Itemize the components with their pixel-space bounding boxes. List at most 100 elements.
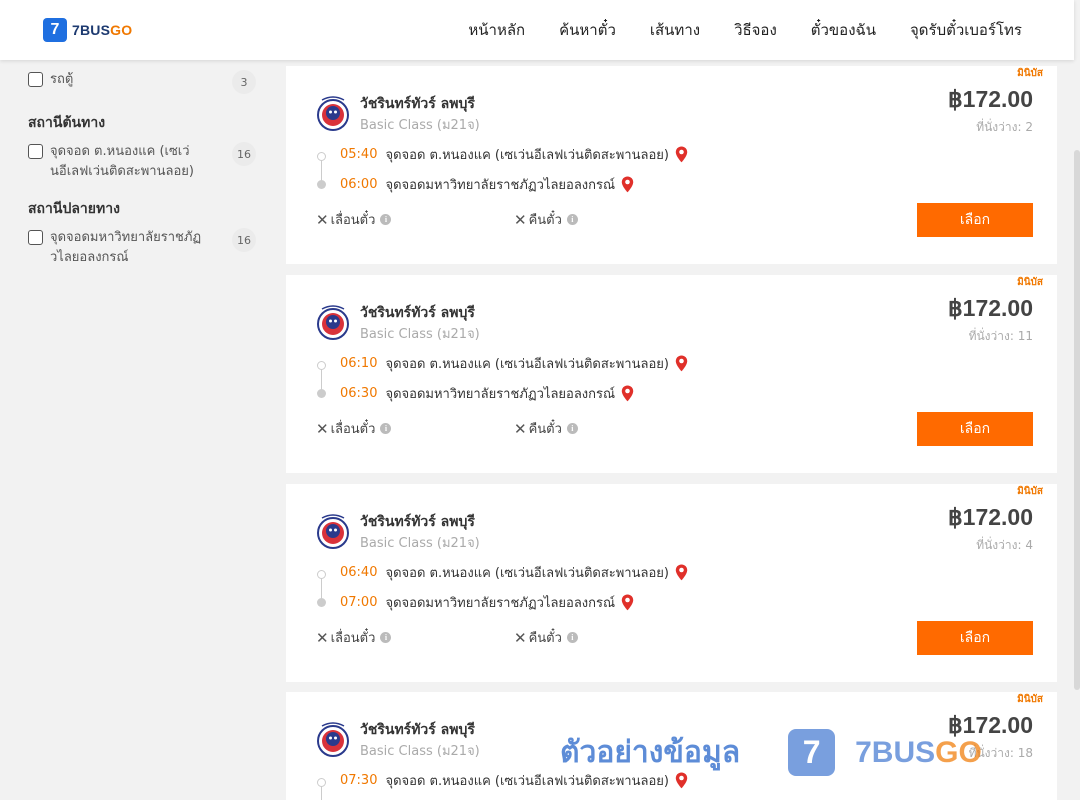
vehicle-type-badge: มินิบัส — [1017, 486, 1043, 497]
refund-ticket-policy: ✕ คืนตั๋ว i — [514, 209, 578, 230]
select-trip-button[interactable]: เลือก — [917, 203, 1033, 237]
info-icon[interactable]: i — [566, 632, 578, 643]
origin-station-title: สถานีต้นทาง — [28, 115, 106, 131]
refund-ticket-policy: ✕ คืนตั๋ว i — [514, 627, 578, 648]
arrival-dot — [317, 598, 326, 607]
arrival-stop: 06:00 จุดจอดมหาวิทยาลัยราชภัฏวไลยอลงกรณ์ — [340, 174, 634, 195]
vehicle-type-badge: มินิบัส — [1017, 694, 1043, 705]
change-ticket-policy: ✕ เลื่อนตั๋ว i — [316, 209, 392, 230]
map-pin-icon[interactable] — [621, 594, 634, 611]
info-icon[interactable]: i — [380, 632, 392, 643]
close-icon: ✕ — [316, 628, 329, 647]
operator-logo — [317, 305, 349, 340]
logo-text-go: GO — [110, 22, 133, 38]
filter-count: 16 — [232, 142, 256, 166]
ticket-price: ฿172.00 — [948, 504, 1033, 530]
departure-stop-name: จุดจอด ต.หนองแค (เซเว่นอีเลฟเว่นติดสะพาน… — [385, 357, 669, 372]
filter-count: 3 — [232, 70, 256, 94]
arrival-stop-name: จุดจอดมหาวิทยาลัยราชภัฏวไลยอลงกรณ์ — [385, 387, 616, 402]
ticket-price: ฿172.00 — [948, 712, 1033, 738]
info-icon[interactable]: i — [380, 423, 392, 434]
page-scrollbar[interactable] — [1074, 0, 1080, 800]
operator-name: วัชรินทร์ทัวร์ ลพบุรี — [360, 96, 475, 112]
departure-time: 06:10 — [340, 356, 378, 371]
select-trip-button[interactable]: เลือก — [917, 412, 1033, 446]
nav-how-to-book[interactable]: วิธีจอง — [734, 18, 777, 42]
filter-checkbox[interactable] — [28, 72, 43, 87]
filter-origin-station[interactable]: จุดจอด ต.หนองแค (เซเว่นอีเลฟเว่นติดสะพาน… — [28, 142, 258, 182]
operator-logo — [317, 722, 349, 757]
service-class: Basic Class (ม21จ) — [360, 118, 480, 133]
map-pin-icon[interactable] — [621, 176, 634, 193]
arrival-stop: 06:30 จุดจอดมหาวิทยาลัยราชภัฏวไลยอลงกรณ์ — [340, 383, 634, 404]
logo-mark: 7 — [43, 18, 67, 42]
info-icon[interactable]: i — [566, 214, 578, 225]
arrival-stop: 07:00 จุดจอดมหาวิทยาลัยราชภัฏวไลยอลงกรณ์ — [340, 592, 634, 613]
change-ticket-policy: ✕ เลื่อนตั๋ว i — [316, 627, 392, 648]
filter-label: จุดจอด ต.หนองแค (เซเว่นอีเลฟเว่นติดสะพาน… — [50, 144, 194, 179]
seats-available: ที่นั่งว่าง: 18 — [968, 746, 1033, 760]
map-pin-icon[interactable] — [675, 355, 688, 372]
departure-time: 06:40 — [340, 565, 378, 580]
service-class: Basic Class (ม21จ) — [360, 327, 480, 342]
operator-name: วัชรินทร์ทัวร์ ลพบุรี — [360, 305, 475, 321]
departure-dot — [317, 778, 326, 787]
filter-count: 16 — [232, 228, 256, 252]
operator-name: วัชรินทร์ทัวร์ ลพบุรี — [360, 722, 475, 738]
policy-label: คืนตั๋ว — [528, 422, 562, 437]
policy-label: เลื่อนตั๋ว — [330, 422, 376, 437]
seats-available: ที่นั่งว่าง: 2 — [976, 120, 1033, 134]
arrival-time: 07:00 — [340, 595, 378, 610]
top-header: 7 7BUSGO หน้าหลัก ค้นหาตั๋ว เส้นทาง วิธี… — [0, 0, 1074, 60]
ticket-price: ฿172.00 — [948, 86, 1033, 112]
arrival-dot — [317, 389, 326, 398]
info-icon[interactable]: i — [380, 214, 392, 225]
policy-label: เลื่อนตั๋ว — [330, 631, 376, 646]
departure-stop-name: จุดจอด ต.หนองแค (เซเว่นอีเลฟเว่นติดสะพาน… — [385, 774, 669, 789]
policy-label: คืนตั๋ว — [528, 631, 562, 646]
close-icon: ✕ — [316, 210, 329, 229]
nav-routes[interactable]: เส้นทาง — [650, 18, 700, 42]
map-pin-icon[interactable] — [675, 564, 688, 581]
map-pin-icon[interactable] — [675, 146, 688, 163]
trip-card: มินิบัส วัชรินทร์ทัวร์ ลพบุรี Basic Clas… — [286, 484, 1057, 682]
close-icon: ✕ — [316, 419, 329, 438]
arrival-time: 06:30 — [340, 386, 378, 401]
nav-my-tickets[interactable]: ตั๋วของฉัน — [811, 18, 876, 42]
scrollbar-thumb[interactable] — [1074, 150, 1080, 690]
arrival-time: 06:00 — [340, 177, 378, 192]
map-pin-icon[interactable] — [675, 772, 688, 789]
departure-dot — [317, 152, 326, 161]
policy-label: เลื่อนตั๋ว — [330, 213, 376, 228]
arrival-stop-name: จุดจอดมหาวิทยาลัยราชภัฏวไลยอลงกรณ์ — [385, 596, 616, 611]
vehicle-type-badge: มินิบัส — [1017, 277, 1043, 288]
departure-stop: 06:40 จุดจอด ต.หนองแค (เซเว่นอีเลฟเว่นติ… — [340, 562, 688, 583]
refund-ticket-policy: ✕ คืนตั๋ว i — [514, 418, 578, 439]
arrival-dot — [317, 180, 326, 189]
trip-card: มินิบัส วัชรินทร์ทัวร์ ลพบุรี Basic Clas… — [286, 66, 1057, 264]
filter-destination-station[interactable]: จุดจอดมหาวิทยาลัยราชภัฏวไลยอลงกรณ์ 16 — [28, 228, 258, 268]
site-logo[interactable]: 7 7BUSGO — [43, 18, 132, 42]
departure-stop: 05:40 จุดจอด ต.หนองแค (เซเว่นอีเลฟเว่นติ… — [340, 144, 688, 165]
nav-search-tickets[interactable]: ค้นหาตั๋ว — [559, 18, 616, 42]
filter-checkbox[interactable] — [28, 230, 43, 245]
main-nav: หน้าหลัก ค้นหาตั๋ว เส้นทาง วิธีจอง ตั๋วข… — [434, 0, 1022, 60]
trip-card: มินิบัส วัชรินทร์ทัวร์ ลพบุรี Basic Clas… — [286, 275, 1057, 473]
info-icon[interactable]: i — [566, 423, 578, 434]
filter-vehicle-van[interactable]: รถตู้ 3 — [28, 70, 258, 94]
logo-text: 7BUSGO — [72, 22, 132, 38]
select-trip-button[interactable]: เลือก — [917, 621, 1033, 655]
operator-name: วัชรินทร์ทัวร์ ลพบุรี — [360, 514, 475, 530]
departure-stop: 07:30 จุดจอด ต.หนองแค (เซเว่นอีเลฟเว่นติ… — [340, 770, 688, 791]
destination-station-title: สถานีปลายทาง — [28, 201, 120, 217]
departure-dot — [317, 361, 326, 370]
departure-dot — [317, 570, 326, 579]
departure-time: 07:30 — [340, 773, 378, 788]
vehicle-type-badge: มินิบัส — [1017, 68, 1043, 79]
nav-home[interactable]: หน้าหลัก — [468, 18, 525, 42]
departure-stop-name: จุดจอด ต.หนองแค (เซเว่นอีเลฟเว่นติดสะพาน… — [385, 148, 669, 163]
map-pin-icon[interactable] — [621, 385, 634, 402]
filter-sidebar: รถตู้ 3 สถานีต้นทาง จุดจอด ต.หนองแค (เซเ… — [28, 60, 258, 268]
nav-ticket-points[interactable]: จุดรับตั๋วเบอร์โทร — [910, 18, 1022, 42]
filter-checkbox[interactable] — [28, 144, 43, 159]
